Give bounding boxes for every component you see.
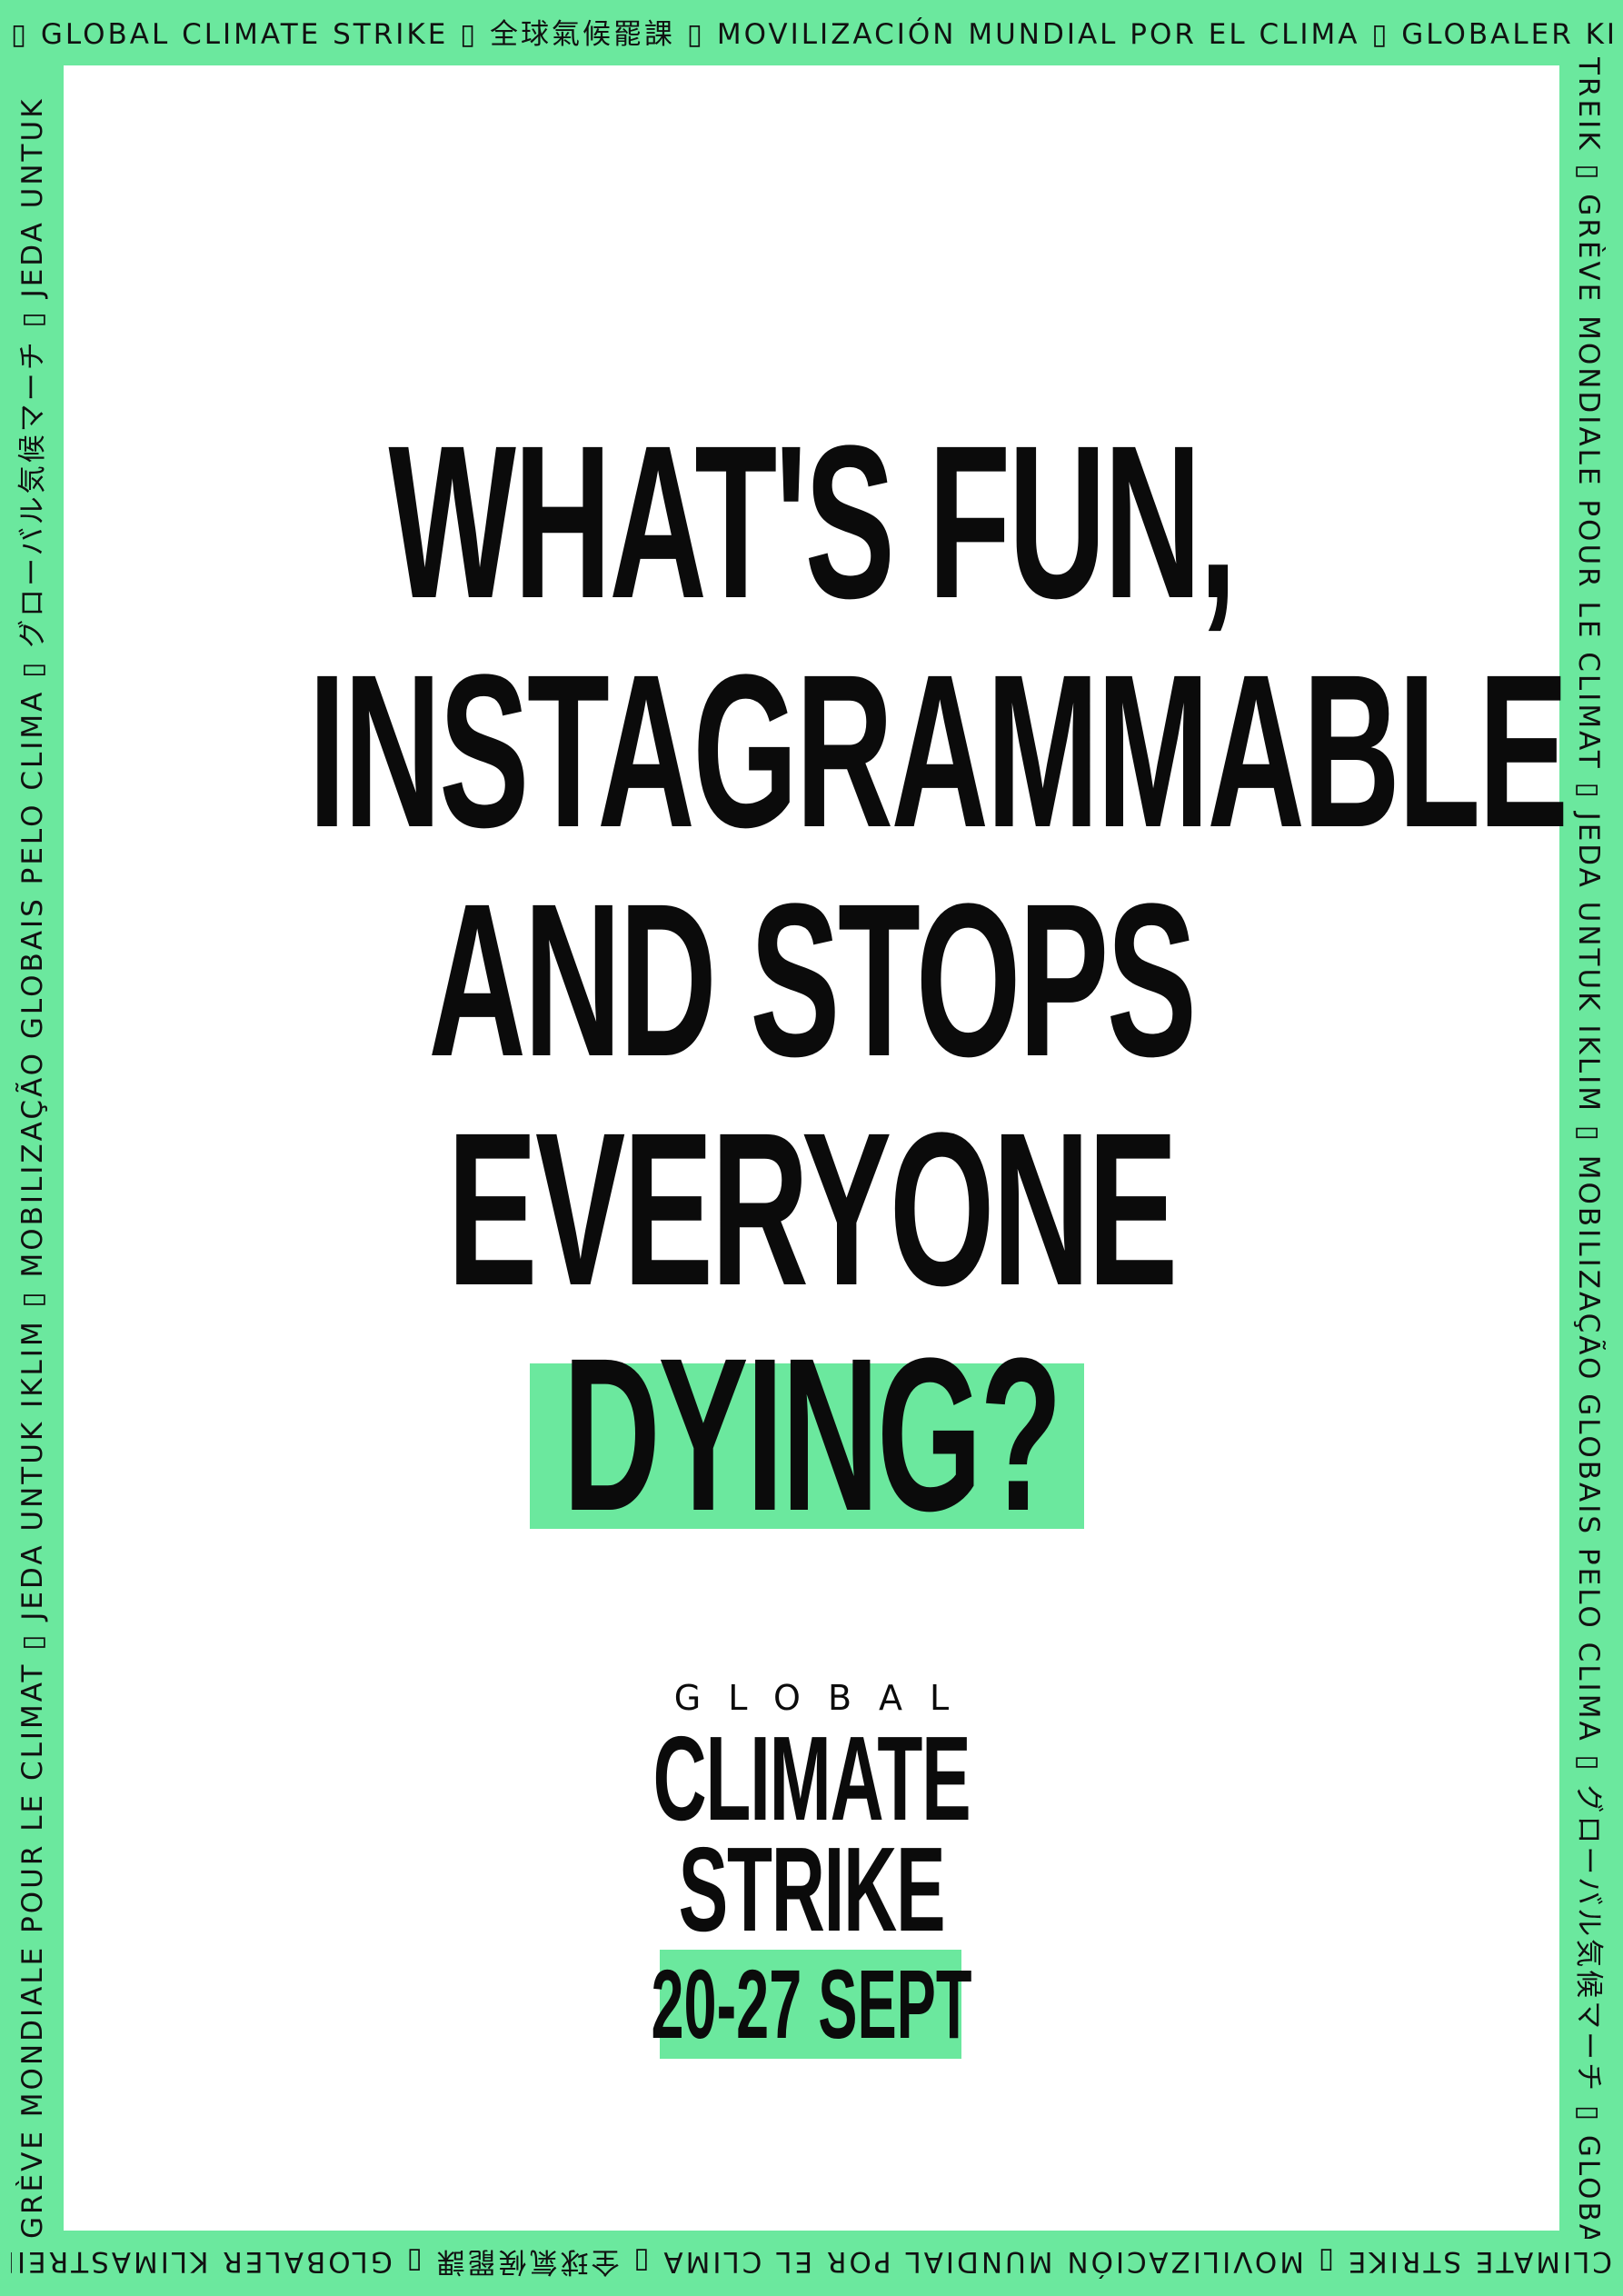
logo-strike-text: STRIKE	[678, 1822, 946, 1956]
logo-climate-text: CLIMATE	[652, 1712, 971, 1845]
headline-highlighted-word: DYING?	[563, 1313, 1062, 1556]
headline-highlight: DYING?	[0, 1320, 1623, 1549]
date-text: 20-27 SEPT	[651, 1949, 972, 2059]
headline: WHAT'S FUN, INSTAGRAMMABLE AND STOPS EVE…	[0, 407, 1623, 1323]
border-text-top: ▯ GLOBAL CLIMATE STRIKE ▯ 全球氣候罷課 ▯ MOVIL…	[11, 18, 1612, 51]
headline-line-3: AND STOPS	[428, 858, 1197, 1102]
headline-line-4: EVERYONE	[447, 1087, 1178, 1331]
global-climate-strike-logo: GLOBAL CLIMATE STRIKE	[0, 1672, 1623, 1956]
headline-line-2: INSTAGRAMMABLE	[308, 629, 1568, 873]
headline-line-1: WHAT'S FUN,	[388, 400, 1237, 644]
border-text-bottom: CLIMATE STRIKE ▯ MOVILIZACIÓN MUNDIAL PO…	[11, 2245, 1612, 2278]
poster: ▯ GLOBAL CLIMATE STRIKE ▯ 全球氣候罷課 ▯ MOVIL…	[0, 0, 1623, 2296]
